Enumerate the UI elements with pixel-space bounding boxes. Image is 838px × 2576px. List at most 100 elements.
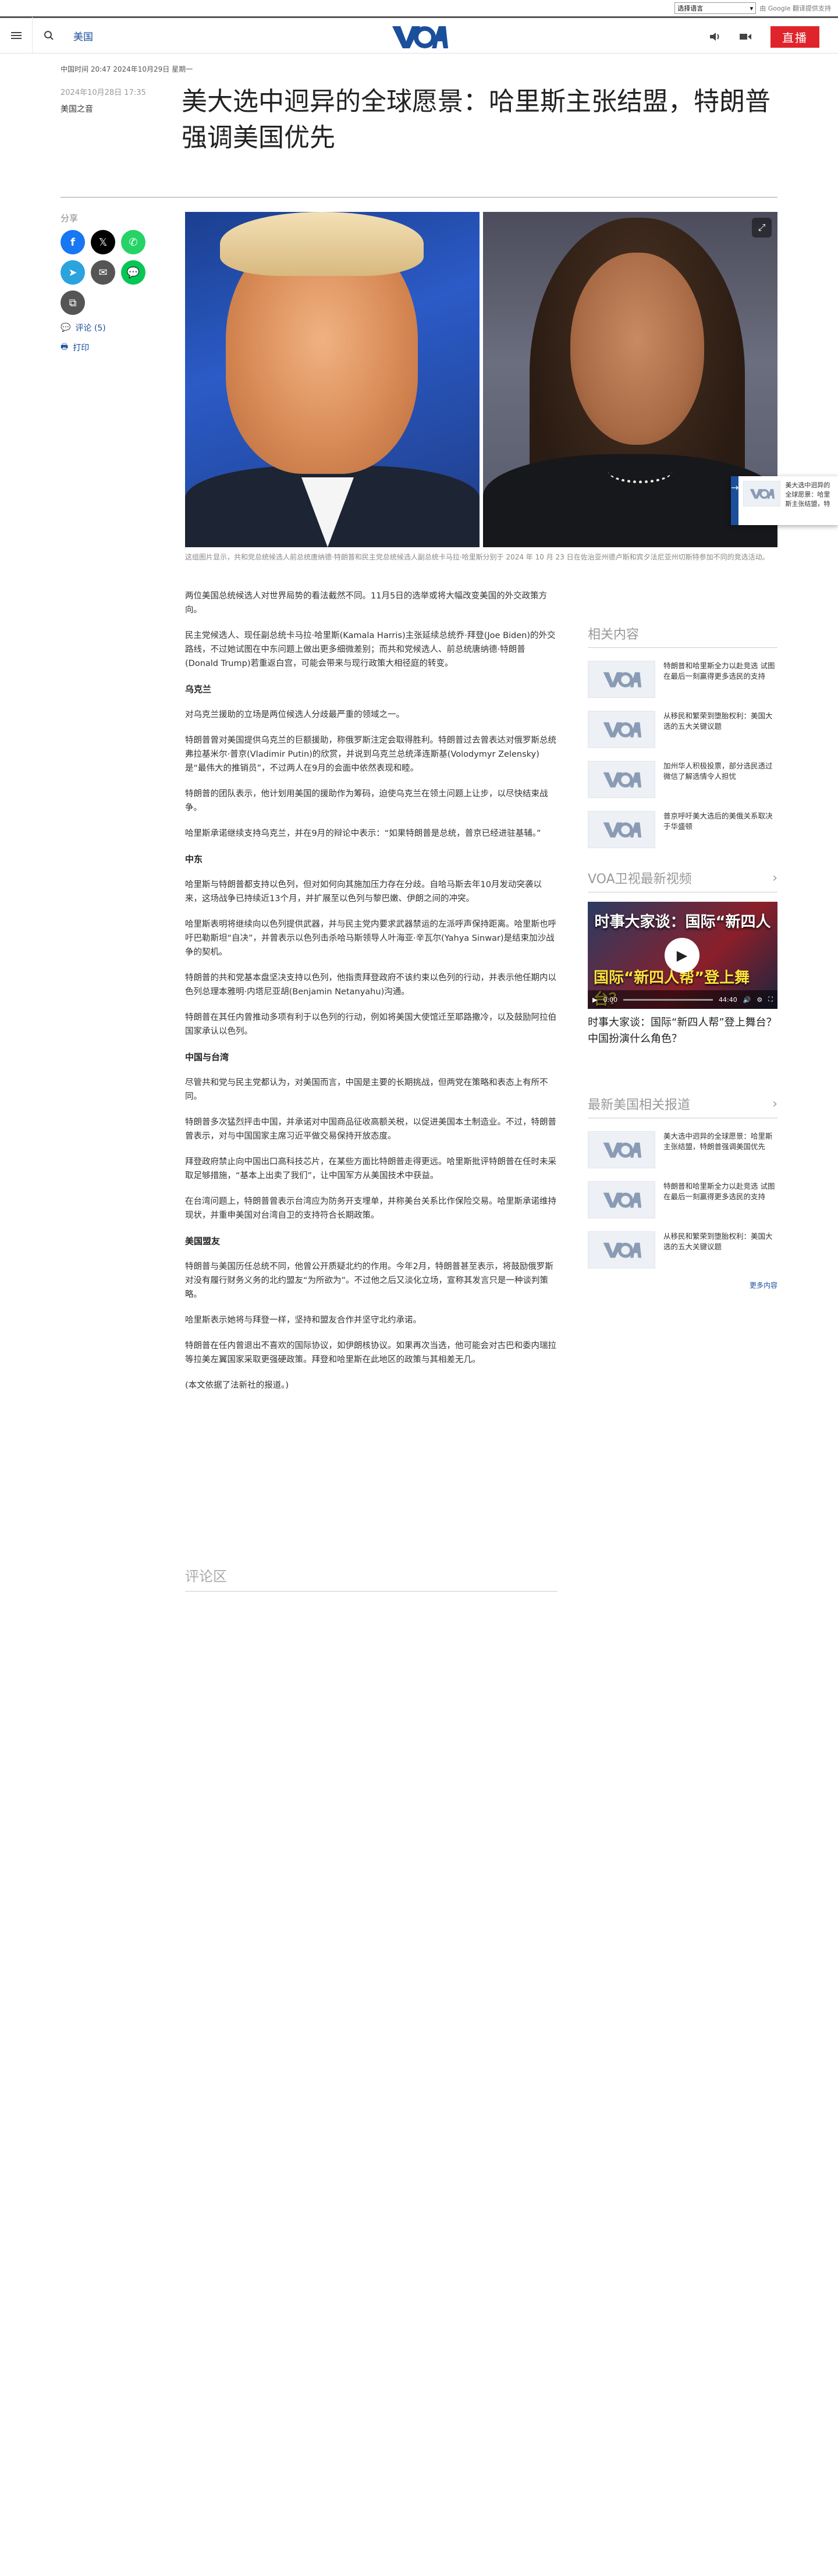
whatsapp-share-button[interactable]: ✆: [121, 230, 145, 254]
section-link-us[interactable]: 美国: [73, 29, 93, 43]
article-paragraph: 特朗普多次猛烈抨击中国，并承诺对中国商品征收高额关税，以促进美国本土制造业。不过…: [185, 1118, 556, 1141]
menu-button[interactable]: [0, 17, 33, 54]
list-item[interactable]: 从移民和繁荣到堕胎权利：美国大选的五大关键议题: [588, 1231, 777, 1268]
line-share-button[interactable]: 💬: [121, 260, 145, 285]
play-icon[interactable]: ▶: [665, 938, 699, 973]
thumbnail: [588, 1131, 655, 1168]
fullscreen-icon[interactable]: ⛶: [768, 995, 773, 1004]
comments-link[interactable]: 💬 评论 (5): [61, 322, 171, 334]
video-player[interactable]: 时事大家谈：国际“新四人 国际“新四人帮”登上舞台？ ▶ ▶ 0:00 44:4…: [588, 902, 777, 1009]
article-paragraph: (本文依据了法新社的报道。): [185, 1381, 289, 1390]
email-share-button[interactable]: ✉: [91, 260, 115, 285]
list-item[interactable]: 特朗普和哈里斯全力以赴竞选 试图在最后一刻赢得更多选民的支持: [588, 1181, 777, 1218]
video-heading-label: VOA卫视最新视频: [588, 872, 692, 887]
list-item[interactable]: 普京呼吁美大选后的美俄关系取决于华盛顿: [588, 811, 777, 848]
floating-card-text: 美大选中迥异的全球愿景：哈里斯主张结盟，特朗普强调美国优先: [785, 481, 830, 508]
thumbnail: [588, 711, 655, 748]
page-title: 美大选中迥异的全球愿景：哈里斯主张结盟，特朗普强调美国优先: [182, 87, 770, 153]
video-section: VOA卫视最新视频 › 时事大家谈：国际“新四人 国际“新四人帮”登上舞台？ ▶ …: [588, 869, 777, 1047]
article-paragraph: 特朗普在任内曾退出不喜欢的国际协议，如伊朗核协议。如果再次当选，他可能会对古巴和…: [185, 1341, 556, 1365]
language-select[interactable]: 选择语言 ▾: [674, 2, 757, 14]
voa-logo-icon: [392, 26, 448, 48]
comment-icon: 💬: [61, 323, 71, 332]
article-date: 2024年10月28日 17:35: [61, 88, 146, 97]
list-item-title: 从移民和繁荣到堕胎权利：美国大选的五大关键议题: [663, 711, 773, 731]
voa-thumb-icon: [603, 722, 642, 738]
article-paragraph: 拜登政府禁止向中国出口高科技芯片，在某些方面比特朗普走得更远。哈里斯批评特朗普在…: [185, 1157, 556, 1181]
settings-icon[interactable]: ⚙: [757, 996, 762, 1004]
video-banner-top: 时事大家谈：国际“新四人: [594, 913, 771, 931]
article-paragraph: 对乌克兰援助的立场是两位候选人分歧最严重的领域之一。: [185, 710, 404, 720]
latest-heading-label: 最新美国相关报道: [588, 1098, 691, 1112]
share-label: 分享: [61, 213, 79, 224]
print-link[interactable]: 🖶 打印: [61, 341, 171, 355]
list-item-title: 特朗普和哈里斯全力以赴竞选 试图在最后一刻赢得更多选民的支持: [663, 661, 775, 681]
video-icon[interactable]: [739, 32, 752, 41]
list-item-title: 加州华人积极投票，部分选民透过微信了解选情令人担忧: [663, 761, 773, 781]
floating-next-article[interactable]: → 美大选中迥异的全球愿景：哈里斯主张结盟，特朗普强调美国优先: [731, 476, 838, 525]
thumbnail: [588, 811, 655, 848]
volume-icon[interactable]: 🔊: [743, 996, 751, 1004]
translate-bar: 选择语言 ▾ 由 Google 翻译提供支持: [0, 0, 838, 16]
arrow-right-icon: →: [731, 476, 739, 525]
article-author[interactable]: 美国之音: [61, 103, 171, 115]
thumbnail: [588, 661, 655, 698]
article-body: 两位美国总统候选人对世界局势的看法截然不同。11月5日的选举或将大幅改变美国的外…: [185, 589, 558, 1404]
article-meta: 2024年10月28日 17:35 美国之音: [61, 86, 171, 115]
x-share-button[interactable]: 𝕏: [91, 230, 115, 254]
chevron-right-icon: ›: [772, 1096, 777, 1111]
line-icon: 💬: [126, 266, 140, 279]
language-select-label: 选择语言: [677, 5, 704, 12]
search-button[interactable]: [33, 17, 65, 54]
header-actions: 直播: [709, 18, 819, 55]
copy-link-button[interactable]: ⧉: [61, 290, 85, 315]
thumbnail: [588, 761, 655, 798]
article-paragraph: 特朗普与美国历任总统不同，他曾公开质疑北约的作用。今年2月，特朗普甚至表示，将鼓…: [185, 1262, 553, 1299]
voa-thumb-icon: [603, 1142, 642, 1158]
video-progress[interactable]: [623, 998, 713, 1001]
live-button[interactable]: 直播: [770, 26, 819, 48]
article-paragraph: 特朗普曾对美国提供乌克兰的巨额援助，称俄罗斯注定会取得胜利。特朗普过去曾表达对俄…: [185, 736, 556, 773]
title-divider: [61, 197, 777, 198]
comments-heading: 评论区: [185, 1565, 558, 1592]
expand-icon[interactable]: ⤢: [752, 218, 772, 238]
x-icon: 𝕏: [98, 236, 108, 249]
more-link[interactable]: 更多内容: [588, 1280, 777, 1290]
related-heading: 相关内容: [588, 624, 777, 648]
article-paragraph: 特朗普的共和党基本盘坚决支持以色列，他指责拜登政府不该约束以色列的行动，并表示他…: [185, 973, 556, 997]
hamburger-icon: [10, 30, 22, 41]
copy-icon: ⧉: [69, 296, 77, 309]
site-header: 美国 直播: [0, 16, 838, 54]
voa-thumb-icon: [603, 672, 642, 688]
article-paragraph: 在台湾问题上，特朗普曾表示台湾应为防务开支埋单，并称美台关系比作保险交易。哈里斯…: [185, 1197, 556, 1220]
list-item[interactable]: 加州华人积极投票，部分选民透过微信了解选情令人担忧: [588, 761, 777, 798]
thumbnail: [588, 1231, 655, 1268]
share-panel: 分享 f 𝕏 ✆ ➤ ✉ 💬 ⧉ 💬 评论 (5) 🖶 打印: [61, 212, 171, 355]
hero-image: ⤢: [185, 212, 777, 547]
article-paragraph: 哈里斯承诺继续支持乌克兰，并在9月的辩论中表示：“如果特朗普是总统，普京已经进驻…: [185, 829, 541, 838]
video-title[interactable]: 时事大家谈：国际“新四人帮”登上舞台？中国扮演什么角色？: [588, 1015, 777, 1047]
latest-heading[interactable]: 最新美国相关报道 ›: [588, 1094, 777, 1118]
voa-thumb-icon: [603, 1242, 642, 1258]
article-paragraph: 两位美国总统候选人对世界局势的看法截然不同。11月5日的选举或将大幅改变美国的外…: [185, 591, 548, 615]
thumbnail: [743, 481, 781, 506]
facebook-share-button[interactable]: f: [61, 230, 85, 254]
section-heading: 中国与台湾: [185, 1052, 229, 1062]
video-controls: ▶ 0:00 44:40 🔊 ⚙ ⛶: [588, 990, 777, 1009]
list-item-title: 特朗普和哈里斯全力以赴竞选 试图在最后一刻赢得更多选民的支持: [663, 1182, 775, 1201]
chevron-down-icon: ▾: [750, 4, 754, 12]
play-small-icon[interactable]: ▶: [592, 996, 597, 1004]
telegram-share-button[interactable]: ➤: [61, 260, 85, 285]
list-item[interactable]: 特朗普和哈里斯全力以赴竞选 试图在最后一刻赢得更多选民的支持: [588, 661, 777, 698]
whatsapp-icon: ✆: [129, 236, 138, 249]
list-item[interactable]: 从移民和繁荣到堕胎权利：美国大选的五大关键议题: [588, 711, 777, 748]
video-heading[interactable]: VOA卫视最新视频 ›: [588, 869, 777, 892]
voa-logo[interactable]: [390, 24, 448, 49]
audio-icon[interactable]: [709, 31, 720, 42]
article-paragraph: 哈里斯表示她将与拜登一样，坚持和盟友合作并坚守北约承诺。: [185, 1316, 421, 1325]
article-paragraph: 哈里斯表明将继续向以色列提供武器，并与民主党内要求武器禁运的左派呼声保持距离。哈…: [185, 920, 556, 957]
list-item-title: 从移民和繁荣到堕胎权利：美国大选的五大关键议题: [663, 1232, 773, 1251]
list-item[interactable]: 美大选中迥异的全球愿景：哈里斯主张结盟，特朗普强调美国优先: [588, 1131, 777, 1168]
google-translate-credit[interactable]: 由 Google 翻译提供支持: [759, 3, 831, 13]
trump-photo: [185, 212, 480, 547]
